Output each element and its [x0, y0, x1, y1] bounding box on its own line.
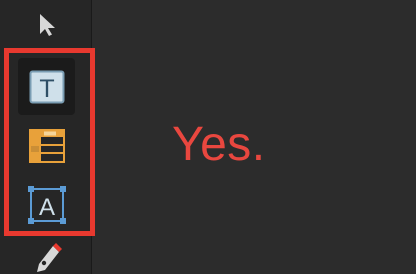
tools-panel: T A — [0, 0, 92, 274]
arrow-pointer-icon — [36, 12, 58, 38]
pen-tool-button[interactable] — [18, 240, 75, 274]
frame-text-tool-button[interactable]: A — [18, 176, 75, 233]
annotation-text: Yes. — [172, 118, 266, 171]
frame-icon-letter: A — [38, 194, 54, 221]
frame-text-icon: A — [27, 185, 67, 225]
select-tool-button[interactable] — [18, 0, 75, 50]
table-tool-button[interactable] — [18, 117, 75, 174]
app-window: T A Yes. — [0, 0, 416, 274]
text-icon-letter: T — [39, 75, 54, 103]
pen-icon — [29, 240, 65, 274]
table-icon — [28, 128, 66, 164]
text-box-icon: T — [29, 70, 65, 104]
text-tool-button[interactable]: T — [18, 58, 75, 115]
